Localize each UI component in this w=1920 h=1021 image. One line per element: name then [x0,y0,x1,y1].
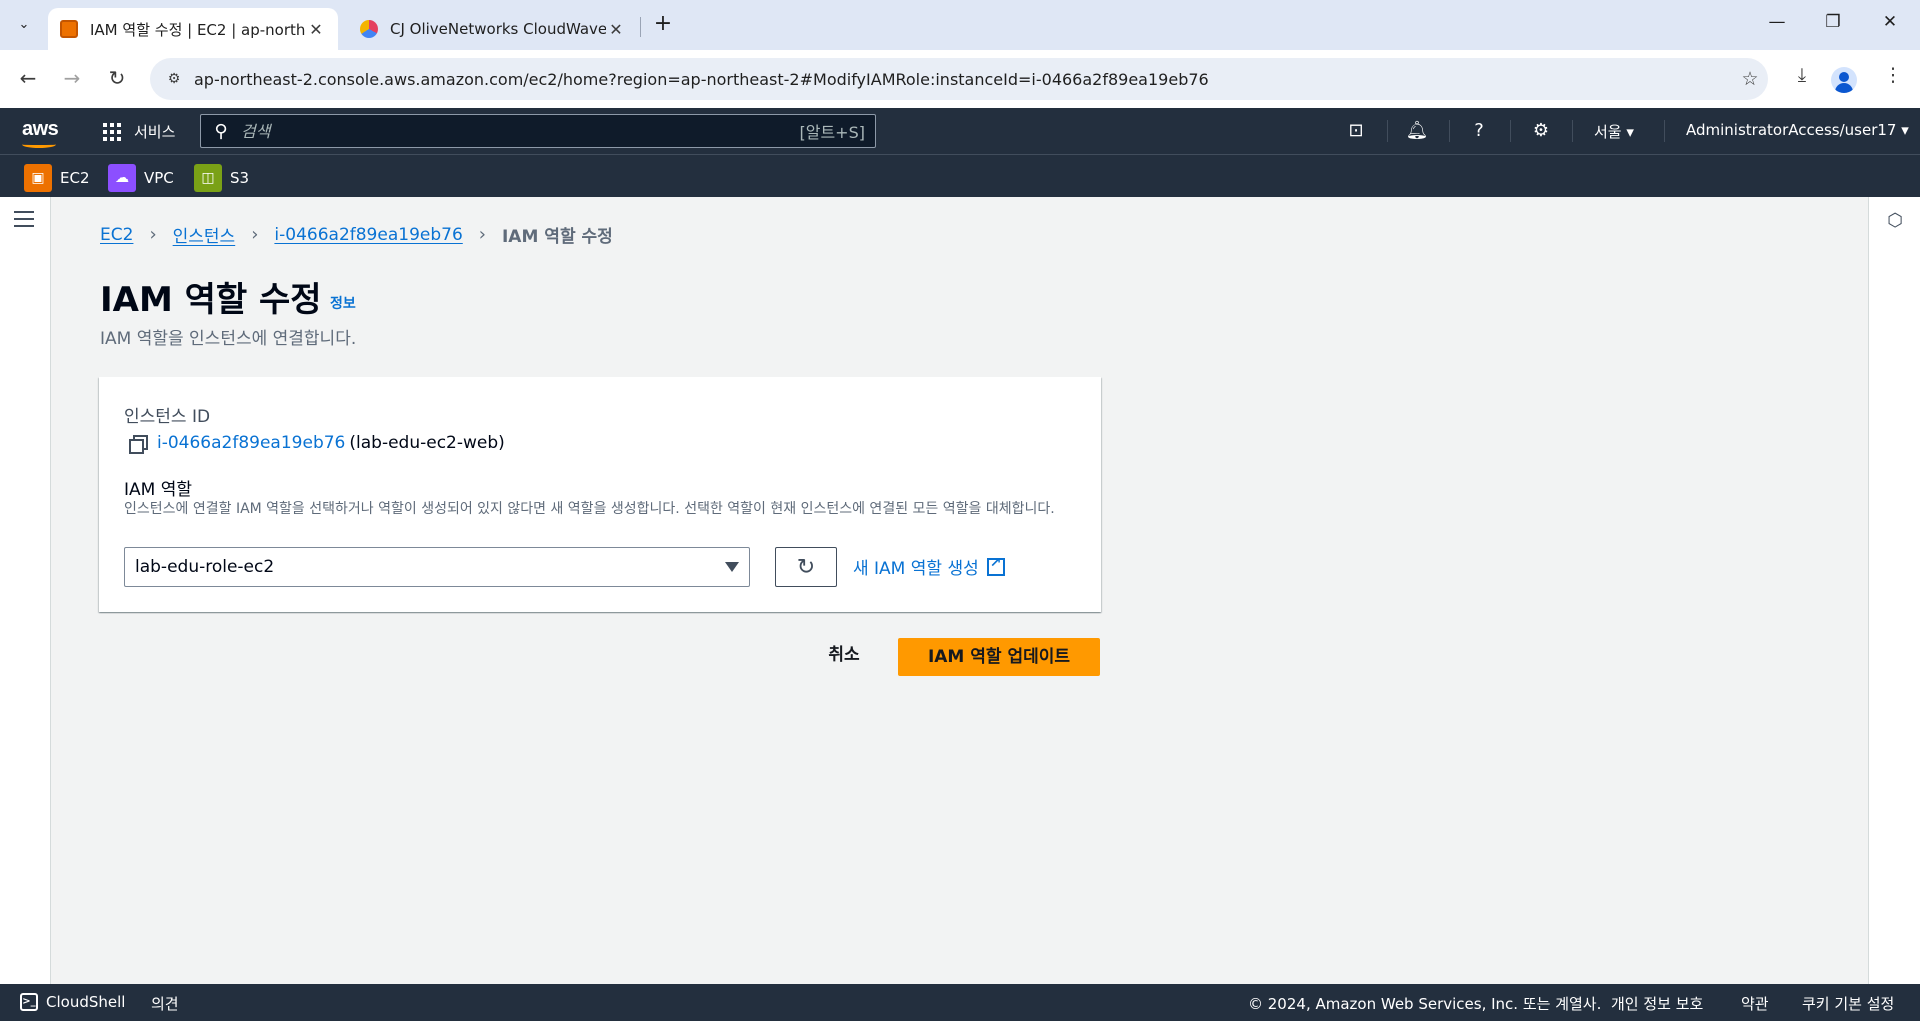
page-description: IAM 역할을 인스턴스에 연결합니다. [100,329,357,349]
refresh-icon: ↻ [796,554,816,580]
console-footer: >_ CloudShell 의견 © 2024, Amazon Web Serv… [0,984,1920,1021]
aws-top-nav: aws 서비스 ⚲ [알트+S] ⊡ 🔔︎ ? ⚙ 서울 ▾ Administr… [0,108,1920,154]
favorite-s3[interactable]: ◫ S3 [194,164,249,192]
browser-tab-bar: ⌄ IAM 역할 수정 | EC2 | ap-northeast-2 ✕ CJ … [0,0,1920,50]
tools-info-icon[interactable]: ⬡ [1885,211,1905,231]
reload-icon[interactable]: ↻ [103,65,131,93]
copy-icon[interactable] [129,435,148,454]
instance-name: (lab-edu-ec2-web) [349,433,505,453]
browser-menu-icon[interactable]: ⋮ [1878,64,1908,86]
privacy-link[interactable]: 개인 정보 보호 [1611,993,1703,1014]
bookmark-star-icon[interactable]: ☆ [1732,68,1768,90]
create-iam-role-label: 새 IAM 역할 생성 [853,559,979,579]
chevron-right-icon: › [149,224,157,245]
download-icon[interactable]: ⤓ [1787,64,1817,86]
services-grid-icon[interactable] [103,123,121,141]
s3-service-icon: ◫ [194,164,222,192]
tab-title: IAM 역할 수정 | EC2 | ap-northeast-2 [90,20,306,39]
tab-close-icon[interactable]: ✕ [306,20,326,39]
update-iam-role-button[interactable]: IAM 역할 업데이트 [898,638,1100,676]
close-window-icon[interactable]: ✕ [1878,12,1902,32]
iam-role-label: IAM 역할 [124,480,192,500]
modify-role-card: 인스턴스 ID i-0466a2f89ea19eb76 (lab-edu-ec2… [99,377,1101,612]
search-input[interactable] [241,121,800,141]
cookie-preferences-link[interactable]: 쿠키 기본 설정 [1802,993,1894,1014]
feedback-link[interactable]: 의견 [151,993,179,1014]
region-label: 서울 [1594,123,1622,141]
browser-tab-inactive[interactable]: CJ OliveNetworks CloudWave ✕ [348,8,638,50]
favorite-vpc[interactable]: ☁ VPC [108,164,174,192]
header-divider [1387,120,1388,142]
forward-icon[interactable]: → [58,65,86,93]
instance-id-link[interactable]: i-0466a2f89ea19eb76 [157,433,345,453]
vpc-service-icon: ☁ [108,164,136,192]
favorite-label: S3 [230,169,250,187]
minimize-icon[interactable]: — [1765,12,1789,32]
info-link[interactable]: 정보 [330,293,356,313]
tab-close-icon[interactable]: ✕ [606,20,626,39]
search-icon: ⚲ [214,120,228,142]
chevron-right-icon: › [251,224,259,245]
cj-favicon-icon [360,20,378,38]
refresh-roles-button[interactable]: ↻ [775,547,837,587]
menu-hamburger-icon[interactable] [14,211,34,227]
favorite-ec2[interactable]: ▣ EC2 [24,164,90,192]
browser-toolbar: ← → ↻ ⚙ ap-northeast-2.console.aws.amazo… [0,50,1920,108]
back-icon[interactable]: ← [14,65,42,93]
aws-favicon-icon [60,20,78,38]
selected-role-value: lab-edu-role-ec2 [135,557,275,577]
aws-logo[interactable]: aws [22,118,59,141]
favorite-label: VPC [144,169,174,187]
aws-logo-smile [22,141,56,148]
site-settings-icon[interactable]: ⚙ [154,71,194,87]
header-divider [1449,120,1450,142]
copyright-text: © 2024, Amazon Web Services, Inc. 또는 계열사… [1248,995,1602,1013]
address-bar[interactable]: ⚙ ap-northeast-2.console.aws.amazon.com/… [150,58,1768,100]
page-title: IAM 역할 수정 [100,280,322,320]
header-divider [1572,120,1573,142]
breadcrumb-instance-id[interactable]: i-0466a2f89ea19eb76 [274,225,462,245]
breadcrumb-instances[interactable]: 인스턴스 [173,222,236,247]
favorites-bar: ▣ EC2 ☁ VPC ◫ S3 [0,154,1920,197]
external-link-icon [986,555,1005,576]
header-divider [1510,120,1511,142]
browser-tab-active[interactable]: IAM 역할 수정 | EC2 | ap-northeast-2 ✕ [48,8,338,50]
restore-icon[interactable]: ❐ [1821,12,1845,32]
cloudshell-icon[interactable]: ⊡ [1344,120,1368,142]
header-divider [1664,120,1665,142]
breadcrumb-ec2[interactable]: EC2 [100,225,133,245]
search-shortcut-hint: [알트+S] [799,123,866,142]
aws-search-box[interactable]: ⚲ [알트+S] [200,114,876,148]
account-label: AdministratorAccess/user17 [1686,121,1897,139]
iam-role-select[interactable]: lab-edu-role-ec2 [124,547,750,587]
profile-avatar[interactable] [1831,67,1857,93]
cloudshell-footer-icon[interactable]: >_ [20,993,38,1011]
tools-panel-rail: ⬡ [1868,197,1920,984]
instance-id-label: 인스턴스 ID [124,407,211,427]
favorite-label: EC2 [60,169,90,187]
new-tab-icon[interactable]: + [650,12,676,38]
tab-search-chevron-icon[interactable]: ⌄ [10,10,38,38]
ec2-service-icon: ▣ [24,164,52,192]
instance-id-row: i-0466a2f89ea19eb76 (lab-edu-ec2-web) [129,433,505,454]
cloudshell-link[interactable]: CloudShell [46,993,125,1011]
notifications-bell-icon[interactable]: 🔔︎ [1405,120,1429,142]
help-icon[interactable]: ? [1467,120,1491,142]
tab-divider [640,17,641,37]
url-text[interactable]: ap-northeast-2.console.aws.amazon.com/ec… [194,70,1732,89]
services-menu-button[interactable]: 서비스 [134,121,175,142]
breadcrumb: EC2 › 인스턴스 › i-0466a2f89ea19eb76 › IAM 역… [100,222,613,247]
account-menu[interactable]: AdministratorAccess/user17 ▾ [1686,121,1909,139]
region-selector[interactable]: 서울 ▾ [1594,121,1634,142]
dropdown-caret-icon [725,562,739,572]
cancel-button[interactable]: 취소 [818,638,870,672]
tab-title: CJ OliveNetworks CloudWave [390,20,606,38]
chevron-right-icon: › [478,224,486,245]
side-navigation-panel [0,197,51,984]
breadcrumb-current: IAM 역할 수정 [501,227,613,247]
iam-role-description: 인스턴스에 연결할 IAM 역할을 선택하거나 역할이 생성되어 있지 않다면 … [124,501,1055,517]
terms-link[interactable]: 약관 [1741,993,1769,1014]
create-iam-role-link[interactable]: 새 IAM 역할 생성 [853,554,1005,579]
settings-gear-icon[interactable]: ⚙ [1529,120,1553,142]
